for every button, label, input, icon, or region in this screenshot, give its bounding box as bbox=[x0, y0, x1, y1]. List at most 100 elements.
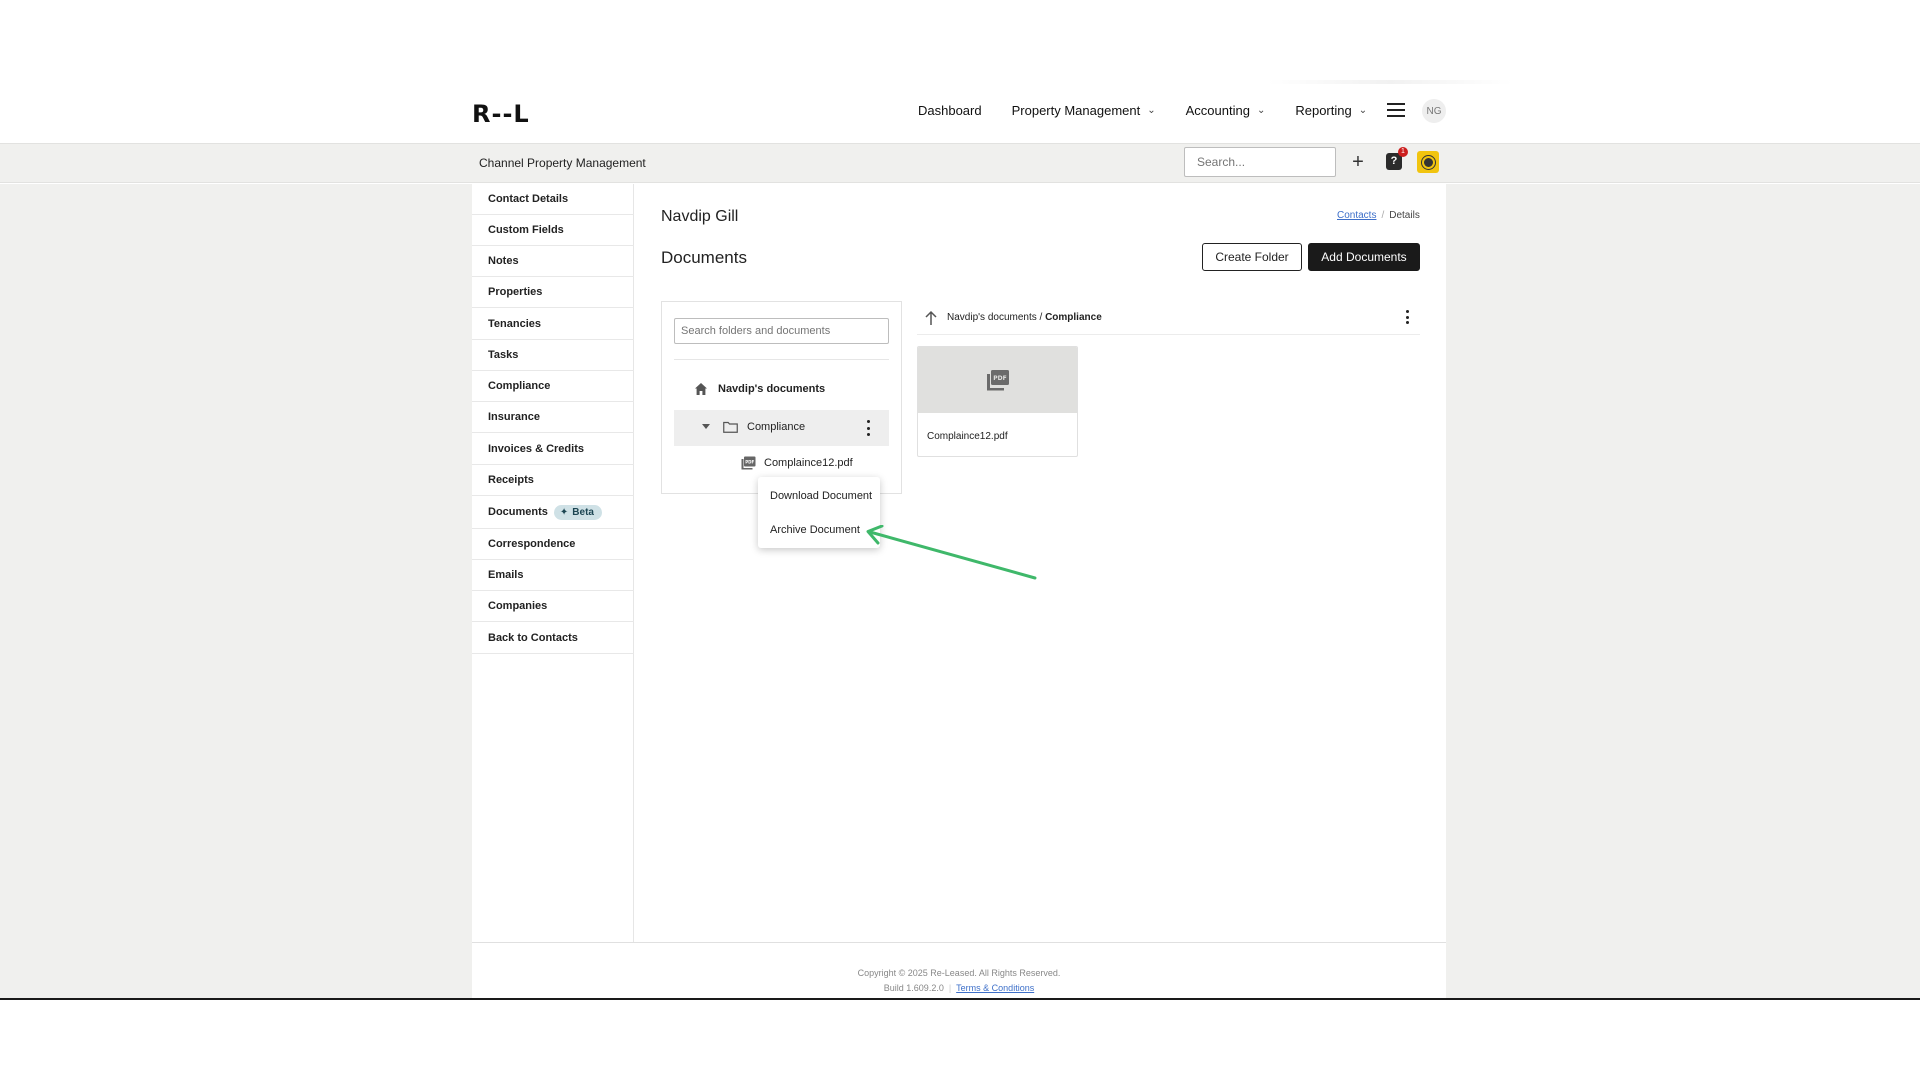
nav-property-management[interactable]: Property Management ⌄ bbox=[1012, 103, 1156, 118]
breadcrumb-separator: / bbox=[1381, 210, 1385, 221]
sidebar-item-label: Receipts bbox=[488, 474, 534, 486]
copyright-text: Copyright © 2025 Re-Leased. All Rights R… bbox=[857, 968, 1061, 978]
tree-file-item[interactable]: PDF Complaince12.pdf bbox=[741, 456, 853, 470]
beta-badge: ✦ Beta bbox=[553, 504, 602, 520]
nav-dashboard[interactable]: Dashboard bbox=[918, 103, 982, 118]
support-widget-button[interactable] bbox=[1417, 151, 1439, 173]
sidebar-item-contact-details[interactable]: Contact Details bbox=[472, 184, 634, 215]
chevron-down-icon: ⌄ bbox=[1256, 105, 1266, 116]
arrow-up-icon[interactable] bbox=[924, 310, 938, 326]
sidebar-item-invoices-credits[interactable]: Invoices & Credits bbox=[472, 434, 634, 465]
build-info: Build 1.609.2.0 | Terms & Conditions bbox=[472, 983, 1446, 993]
sidebar-item-insurance[interactable]: Insurance bbox=[472, 402, 634, 433]
pdf-icon: PDF bbox=[741, 456, 756, 470]
tree-folder-label: Compliance bbox=[747, 421, 806, 433]
build-version: Build 1.609.2.0 bbox=[883, 983, 944, 993]
sidebar-item-label: Contact Details bbox=[488, 193, 569, 205]
home-icon bbox=[695, 383, 707, 395]
tree-file-label: Complaince12.pdf bbox=[764, 457, 853, 469]
user-avatar[interactable]: NG bbox=[1422, 99, 1446, 123]
sidebar-item-label: Properties bbox=[488, 286, 543, 298]
sidebar-item-label: Custom Fields bbox=[488, 224, 564, 236]
sidebar-item-tasks[interactable]: Tasks bbox=[472, 340, 634, 371]
app-logo[interactable]: R--L bbox=[472, 100, 530, 128]
nav-dashboard-label: Dashboard bbox=[918, 103, 982, 118]
page-background-left bbox=[0, 184, 472, 999]
divider bbox=[917, 334, 1420, 335]
file-card-name: Complaince12.pdf bbox=[927, 431, 1008, 442]
sidebar-item-label: Correspondence bbox=[488, 538, 576, 550]
sidebar-item-label: Notes bbox=[488, 255, 519, 267]
sidebar-item-notes[interactable]: Notes bbox=[472, 246, 634, 277]
global-search-input[interactable] bbox=[1184, 147, 1336, 177]
contact-name: Navdip Gill bbox=[661, 208, 739, 225]
path-current: Compliance bbox=[1045, 312, 1102, 323]
more-options-icon[interactable] bbox=[1406, 310, 1410, 324]
sidebar-item-correspondence[interactable]: Correspondence bbox=[472, 529, 634, 560]
sidebar-item-label: Invoices & Credits bbox=[488, 443, 584, 455]
page-footer: Copyright © 2025 Re-Leased. All Rights R… bbox=[472, 943, 1446, 998]
sidebar-item-back-to-contacts[interactable]: Back to Contacts bbox=[472, 623, 634, 654]
breadcrumb-current: Details bbox=[1389, 210, 1420, 221]
breadcrumb-contacts-link[interactable]: Contacts bbox=[1337, 210, 1376, 221]
nav-reporting-label: Reporting bbox=[1295, 103, 1352, 118]
folder-path: Navdip's documents / Compliance bbox=[947, 312, 1102, 323]
folder-search-input[interactable] bbox=[674, 318, 889, 344]
sidebar-item-properties[interactable]: Properties bbox=[472, 277, 634, 308]
top-header: R--L Dashboard Property Management ⌄ Acc… bbox=[0, 0, 1920, 143]
pdf-icon: PDF bbox=[987, 370, 1009, 391]
tree-root-label: Navdip's documents bbox=[718, 383, 826, 395]
sidebar-item-documents[interactable]: Documents ✦ Beta bbox=[472, 496, 634, 529]
notification-badge: 1 bbox=[1398, 147, 1408, 157]
path-root[interactable]: Navdip's documents bbox=[947, 312, 1037, 323]
add-new-button[interactable]: + bbox=[1350, 150, 1366, 174]
create-folder-button[interactable]: Create Folder bbox=[1202, 243, 1302, 271]
main-navigation: Dashboard Property Management ⌄ Accounti… bbox=[918, 103, 1397, 118]
terms-link[interactable]: Terms & Conditions bbox=[956, 983, 1034, 993]
header-decoration bbox=[1268, 80, 1513, 84]
chevron-down-icon: ⌄ bbox=[1358, 105, 1368, 116]
window-bottom-edge bbox=[0, 998, 1920, 1000]
divider bbox=[674, 359, 889, 360]
tree-folder-item[interactable]: Compliance bbox=[674, 410, 889, 446]
sidebar-item-label: Tasks bbox=[488, 349, 519, 361]
nav-reporting[interactable]: Reporting ⌄ bbox=[1295, 103, 1367, 118]
beta-badge-label: Beta bbox=[572, 506, 594, 518]
sidebar-item-custom-fields[interactable]: Custom Fields bbox=[472, 215, 634, 246]
sidebar-item-compliance[interactable]: Compliance bbox=[472, 371, 634, 402]
sidebar-item-label: Documents bbox=[488, 506, 548, 518]
folder-icon bbox=[723, 421, 738, 433]
svg-text:PDF: PDF bbox=[993, 375, 1006, 382]
sidebar-item-companies[interactable]: Companies bbox=[472, 591, 634, 622]
download-document-menu-item[interactable]: Download Document bbox=[758, 479, 880, 513]
nav-accounting[interactable]: Accounting ⌄ bbox=[1186, 103, 1266, 118]
tree-root-item[interactable]: Navdip's documents bbox=[694, 382, 825, 396]
hamburger-menu-icon[interactable] bbox=[1387, 103, 1405, 117]
breadcrumb: Contacts / Details bbox=[1337, 210, 1420, 221]
caret-down-icon[interactable] bbox=[702, 424, 710, 429]
sidebar-item-emails[interactable]: Emails bbox=[472, 560, 634, 591]
contact-sidebar: Contact Details Custom Fields Notes Prop… bbox=[472, 184, 634, 942]
chevron-down-icon: ⌄ bbox=[1147, 105, 1156, 116]
sidebar-item-label: Emails bbox=[488, 569, 524, 581]
sidebar-item-label: Tenancies bbox=[488, 318, 541, 330]
file-card[interactable]: PDF Complaince12.pdf bbox=[917, 346, 1078, 457]
add-documents-button[interactable]: Add Documents bbox=[1308, 243, 1420, 271]
sidebar-item-label: Compliance bbox=[488, 380, 551, 392]
main-content bbox=[635, 184, 1446, 942]
page-title: Documents bbox=[661, 248, 747, 267]
sidebar-item-label: Companies bbox=[488, 600, 548, 612]
sub-header bbox=[0, 143, 1920, 183]
more-options-icon[interactable] bbox=[867, 420, 871, 436]
sidebar-item-receipts[interactable]: Receipts bbox=[472, 465, 634, 496]
path-separator: / bbox=[1039, 312, 1043, 323]
sidebar-item-tenancies[interactable]: Tenancies bbox=[472, 309, 634, 340]
sidebar-item-label: Back to Contacts bbox=[488, 632, 578, 644]
sidebar-item-label: Insurance bbox=[488, 411, 540, 423]
page-background-right bbox=[1446, 184, 1920, 999]
sparkle-icon: ✦ bbox=[559, 506, 569, 518]
nav-property-management-label: Property Management bbox=[1011, 103, 1141, 118]
organization-name: Channel Property Management bbox=[479, 156, 646, 170]
svg-text:PDF: PDF bbox=[745, 460, 754, 465]
support-icon bbox=[1421, 155, 1435, 169]
